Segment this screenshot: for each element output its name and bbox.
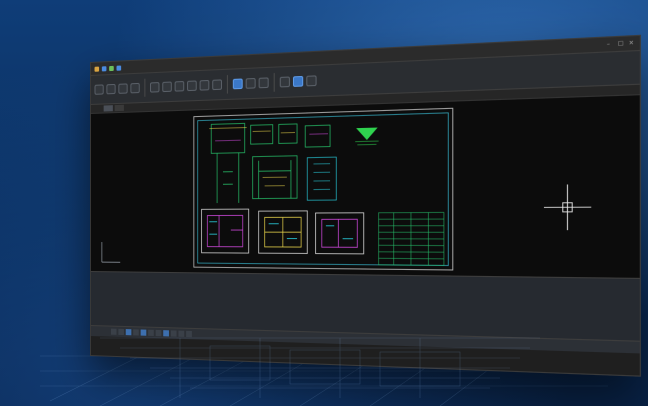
extend-tool-icon[interactable]: [212, 79, 223, 91]
minimize-icon[interactable]: –: [607, 40, 613, 47]
polyline-tool-icon[interactable]: [106, 83, 116, 95]
maximize-icon[interactable]: □: [618, 40, 624, 47]
new-file-icon[interactable]: [101, 65, 107, 71]
background: – □ ×: [0, 0, 648, 406]
cad-window: – □ ×: [90, 34, 641, 377]
divider: [144, 78, 146, 97]
rotate-tool-icon[interactable]: [174, 80, 185, 92]
divider: [226, 74, 228, 94]
arc-tool-icon[interactable]: [130, 82, 140, 94]
move-tool-icon[interactable]: [150, 82, 160, 93]
scale-tool-icon[interactable]: [187, 80, 197, 92]
text-tool-icon[interactable]: [258, 77, 269, 89]
drawing-canvas[interactable]: [90, 94, 640, 280]
close-icon[interactable]: ×: [629, 39, 635, 46]
cad-drawing: [91, 95, 640, 279]
annotate-tool-icon[interactable]: [232, 78, 243, 90]
trim-tool-icon[interactable]: [199, 79, 210, 91]
floor-reflection: [100, 337, 540, 398]
dimension-tool-icon[interactable]: [245, 77, 256, 89]
window-controls: – □ ×: [607, 39, 635, 47]
crosshair-cursor: [544, 184, 591, 230]
tab-new[interactable]: [114, 104, 124, 112]
title-block-table: [379, 212, 444, 265]
divider: [273, 72, 275, 92]
line-tool-icon[interactable]: [94, 84, 104, 95]
ucs-icon: [102, 242, 120, 262]
elevation-group: [211, 121, 330, 203]
save-icon[interactable]: [116, 65, 122, 71]
circle-tool-icon[interactable]: [118, 83, 128, 94]
open-file-icon[interactable]: [109, 65, 114, 71]
properties-tool-icon[interactable]: [292, 75, 304, 87]
copy-tool-icon[interactable]: [162, 81, 172, 93]
legend-triangle: [357, 128, 376, 139]
block-tool-icon[interactable]: [306, 75, 317, 87]
tab-drawing[interactable]: [103, 105, 113, 112]
app-icon: [94, 66, 100, 72]
layer-tool-icon[interactable]: [279, 76, 290, 88]
